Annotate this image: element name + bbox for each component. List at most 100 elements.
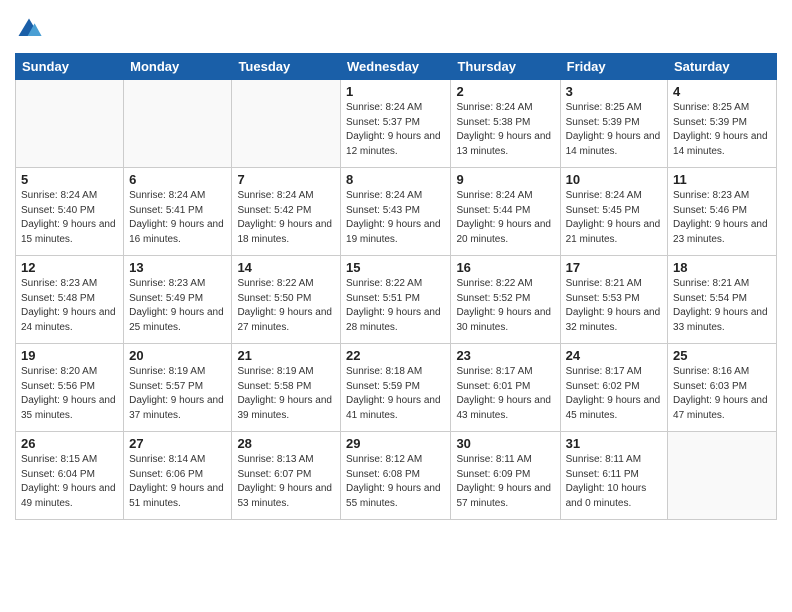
calendar-cell [124, 80, 232, 168]
day-number: 2 [456, 84, 554, 99]
header [15, 15, 777, 43]
day-number: 16 [456, 260, 554, 275]
calendar-cell: 5 Sunrise: 8:24 AM Sunset: 5:40 PM Daylig… [16, 168, 124, 256]
weekday-header-wednesday: Wednesday [341, 54, 451, 80]
day-info: Sunrise: 8:24 AM Sunset: 5:44 PM Dayligh… [456, 189, 554, 247]
day-info: Sunrise: 8:22 AM Sunset: 5:52 PM Dayligh… [456, 277, 554, 335]
calendar-cell: 15 Sunrise: 8:22 AM Sunset: 5:51 PM Dayli… [341, 256, 451, 344]
logo [15, 15, 47, 43]
day-info: Sunrise: 8:25 AM Sunset: 5:39 PM Dayligh… [566, 101, 662, 159]
week-row-1: 5 Sunrise: 8:24 AM Sunset: 5:40 PM Daylig… [16, 168, 777, 256]
day-info: Sunrise: 8:25 AM Sunset: 5:39 PM Dayligh… [673, 101, 771, 159]
day-info: Sunrise: 8:24 AM Sunset: 5:42 PM Dayligh… [237, 189, 335, 247]
weekday-header-friday: Friday [560, 54, 667, 80]
day-number: 30 [456, 436, 554, 451]
day-number: 7 [237, 172, 335, 187]
day-number: 13 [129, 260, 226, 275]
day-number: 23 [456, 348, 554, 363]
day-info: Sunrise: 8:24 AM Sunset: 5:40 PM Dayligh… [21, 189, 118, 247]
day-info: Sunrise: 8:23 AM Sunset: 5:49 PM Dayligh… [129, 277, 226, 335]
weekday-header-row: SundayMondayTuesdayWednesdayThursdayFrid… [16, 54, 777, 80]
day-number: 15 [346, 260, 445, 275]
day-number: 20 [129, 348, 226, 363]
day-info: Sunrise: 8:18 AM Sunset: 5:59 PM Dayligh… [346, 365, 445, 423]
day-number: 22 [346, 348, 445, 363]
day-number: 18 [673, 260, 771, 275]
week-row-4: 26 Sunrise: 8:15 AM Sunset: 6:04 PM Dayli… [16, 432, 777, 520]
day-info: Sunrise: 8:19 AM Sunset: 5:57 PM Dayligh… [129, 365, 226, 423]
calendar-table: SundayMondayTuesdayWednesdayThursdayFrid… [15, 53, 777, 520]
day-info: Sunrise: 8:23 AM Sunset: 5:46 PM Dayligh… [673, 189, 771, 247]
weekday-header-monday: Monday [124, 54, 232, 80]
day-number: 19 [21, 348, 118, 363]
calendar-cell: 3 Sunrise: 8:25 AM Sunset: 5:39 PM Daylig… [560, 80, 667, 168]
calendar-cell: 11 Sunrise: 8:23 AM Sunset: 5:46 PM Dayli… [668, 168, 777, 256]
calendar-cell: 7 Sunrise: 8:24 AM Sunset: 5:42 PM Daylig… [232, 168, 341, 256]
calendar-cell: 29 Sunrise: 8:12 AM Sunset: 6:08 PM Dayli… [341, 432, 451, 520]
calendar-cell: 19 Sunrise: 8:20 AM Sunset: 5:56 PM Dayli… [16, 344, 124, 432]
calendar-cell: 24Sunrise: 8:17 AM Sunset: 6:02 PM Dayli… [560, 344, 667, 432]
day-number: 29 [346, 436, 445, 451]
calendar-cell: 22 Sunrise: 8:18 AM Sunset: 5:59 PM Dayli… [341, 344, 451, 432]
calendar-cell: 12 Sunrise: 8:23 AM Sunset: 5:48 PM Dayli… [16, 256, 124, 344]
calendar-cell: 21 Sunrise: 8:19 AM Sunset: 5:58 PM Dayli… [232, 344, 341, 432]
day-info: Sunrise: 8:24 AM Sunset: 5:38 PM Dayligh… [456, 101, 554, 159]
day-number: 25 [673, 348, 771, 363]
calendar-cell: 23Sunrise: 8:17 AM Sunset: 6:01 PM Dayli… [451, 344, 560, 432]
calendar-cell: 8 Sunrise: 8:24 AM Sunset: 5:43 PM Daylig… [341, 168, 451, 256]
calendar-cell: 10 Sunrise: 8:24 AM Sunset: 5:45 PM Dayli… [560, 168, 667, 256]
day-number: 9 [456, 172, 554, 187]
day-number: 21 [237, 348, 335, 363]
day-number: 31 [566, 436, 662, 451]
calendar-cell: 26 Sunrise: 8:15 AM Sunset: 6:04 PM Dayli… [16, 432, 124, 520]
day-info: Sunrise: 8:24 AM Sunset: 5:37 PM Dayligh… [346, 101, 445, 159]
day-info: Sunrise: 8:22 AM Sunset: 5:50 PM Dayligh… [237, 277, 335, 335]
calendar-cell: 18 Sunrise: 8:21 AM Sunset: 5:54 PM Dayli… [668, 256, 777, 344]
day-number: 12 [21, 260, 118, 275]
calendar-cell: 13 Sunrise: 8:23 AM Sunset: 5:49 PM Dayli… [124, 256, 232, 344]
day-number: 27 [129, 436, 226, 451]
day-info: Sunrise: 8:11 AM Sunset: 6:11 PM Dayligh… [566, 453, 662, 511]
day-info: Sunrise: 8:14 AM Sunset: 6:06 PM Dayligh… [129, 453, 226, 511]
day-info: Sunrise: 8:24 AM Sunset: 5:41 PM Dayligh… [129, 189, 226, 247]
day-number: 26 [21, 436, 118, 451]
calendar-cell: 14 Sunrise: 8:22 AM Sunset: 5:50 PM Dayli… [232, 256, 341, 344]
day-info: Sunrise: 8:22 AM Sunset: 5:51 PM Dayligh… [346, 277, 445, 335]
day-number: 14 [237, 260, 335, 275]
calendar-cell: 16 Sunrise: 8:22 AM Sunset: 5:52 PM Dayli… [451, 256, 560, 344]
calendar-cell: 28Sunrise: 8:13 AM Sunset: 6:07 PM Dayli… [232, 432, 341, 520]
logo-icon [15, 15, 43, 43]
day-number: 5 [21, 172, 118, 187]
weekday-header-tuesday: Tuesday [232, 54, 341, 80]
day-info: Sunrise: 8:19 AM Sunset: 5:58 PM Dayligh… [237, 365, 335, 423]
calendar-cell: 25 Sunrise: 8:16 AM Sunset: 6:03 PM Dayli… [668, 344, 777, 432]
day-number: 24 [566, 348, 662, 363]
calendar-cell: 1Sunrise: 8:24 AM Sunset: 5:37 PM Daylig… [341, 80, 451, 168]
day-info: Sunrise: 8:15 AM Sunset: 6:04 PM Dayligh… [21, 453, 118, 511]
week-row-2: 12 Sunrise: 8:23 AM Sunset: 5:48 PM Dayli… [16, 256, 777, 344]
page: SundayMondayTuesdayWednesdayThursdayFrid… [0, 0, 792, 612]
day-number: 11 [673, 172, 771, 187]
day-info: Sunrise: 8:20 AM Sunset: 5:56 PM Dayligh… [21, 365, 118, 423]
calendar-cell: 9 Sunrise: 8:24 AM Sunset: 5:44 PM Daylig… [451, 168, 560, 256]
day-info: Sunrise: 8:12 AM Sunset: 6:08 PM Dayligh… [346, 453, 445, 511]
day-info: Sunrise: 8:23 AM Sunset: 5:48 PM Dayligh… [21, 277, 118, 335]
day-number: 3 [566, 84, 662, 99]
day-info: Sunrise: 8:24 AM Sunset: 5:45 PM Dayligh… [566, 189, 662, 247]
calendar-cell: 6Sunrise: 8:24 AM Sunset: 5:41 PM Daylig… [124, 168, 232, 256]
calendar-cell: 4Sunrise: 8:25 AM Sunset: 5:39 PM Daylig… [668, 80, 777, 168]
week-row-0: 1Sunrise: 8:24 AM Sunset: 5:37 PM Daylig… [16, 80, 777, 168]
weekday-header-sunday: Sunday [16, 54, 124, 80]
calendar-cell [668, 432, 777, 520]
day-info: Sunrise: 8:11 AM Sunset: 6:09 PM Dayligh… [456, 453, 554, 511]
day-number: 10 [566, 172, 662, 187]
day-info: Sunrise: 8:24 AM Sunset: 5:43 PM Dayligh… [346, 189, 445, 247]
calendar-cell: 27 Sunrise: 8:14 AM Sunset: 6:06 PM Dayli… [124, 432, 232, 520]
day-info: Sunrise: 8:21 AM Sunset: 5:54 PM Dayligh… [673, 277, 771, 335]
day-info: Sunrise: 8:13 AM Sunset: 6:07 PM Dayligh… [237, 453, 335, 511]
day-info: Sunrise: 8:21 AM Sunset: 5:53 PM Dayligh… [566, 277, 662, 335]
day-number: 8 [346, 172, 445, 187]
calendar-cell: 20 Sunrise: 8:19 AM Sunset: 5:57 PM Dayli… [124, 344, 232, 432]
calendar-cell: 17Sunrise: 8:21 AM Sunset: 5:53 PM Dayli… [560, 256, 667, 344]
day-info: Sunrise: 8:16 AM Sunset: 6:03 PM Dayligh… [673, 365, 771, 423]
